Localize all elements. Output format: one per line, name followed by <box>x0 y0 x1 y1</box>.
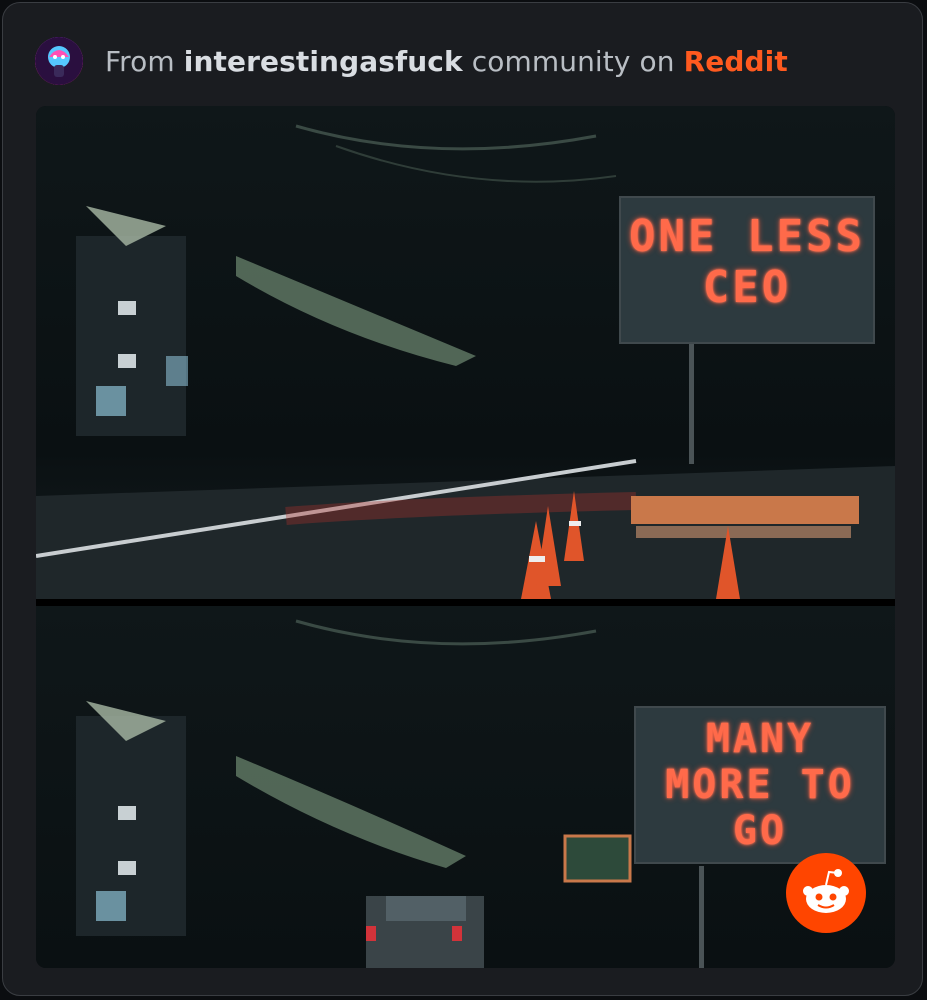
night-road-scene-top <box>36 106 895 599</box>
sign-top-line-1: ONE LESS <box>629 211 865 262</box>
post-image[interactable]: ONE LESS CEO MANY MORE TO GO <box>36 106 895 968</box>
image-panel-top: ONE LESS CEO <box>36 106 895 599</box>
card-header: From interestingasfuck community on Redd… <box>35 35 788 87</box>
reddit-embed-card: From interestingasfuck community on Redd… <box>2 2 923 996</box>
from-label: From <box>105 44 175 78</box>
community-link[interactable]: interestingasfuck <box>184 45 463 78</box>
message-sign-top: ONE LESS CEO <box>619 196 875 344</box>
sign-bottom-line-2: MORE TO <box>665 762 855 808</box>
image-panel-bottom: MANY MORE TO GO <box>36 606 895 968</box>
sign-bottom-line-1: MANY <box>705 716 815 762</box>
sign-bottom-line-3: GO <box>732 808 788 854</box>
community-avatar-icon[interactable] <box>35 37 83 85</box>
message-sign-bottom: MANY MORE TO GO <box>634 706 886 864</box>
sign-top-line-2: CEO <box>702 261 792 313</box>
header-text: From interestingasfuck community on Redd… <box>105 45 788 78</box>
community-on-label: community on <box>471 44 675 78</box>
reddit-link[interactable]: Reddit <box>684 45 788 78</box>
panel-divider <box>36 599 895 606</box>
reddit-logo-icon[interactable] <box>786 853 866 933</box>
